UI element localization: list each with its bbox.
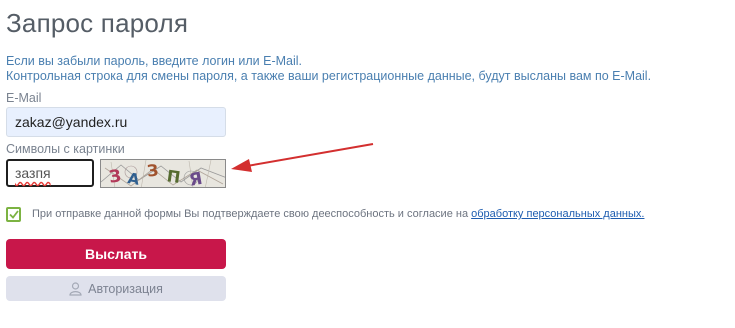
captcha-image: З А З П Я [100,159,226,188]
auth-button-label: Авторизация [88,281,163,296]
consent-text: При отправке данной формы Вы подтверждае… [32,208,644,220]
consent-label: При отправке данной формы Вы подтверждае… [32,208,472,220]
captcha-input-value: зазпя [15,165,51,181]
captcha-label: Символы с картинки [6,142,125,156]
user-icon [69,281,82,296]
privacy-policy-link[interactable]: обработку персональных данных. [471,208,644,220]
email-field[interactable]: zakaz@yandex.ru [6,107,226,137]
page-description: Если вы забыли пароль, введите логин или… [6,54,651,84]
consent-checkbox[interactable] [6,207,21,222]
svg-text:А: А [126,169,141,188]
page-title: Запрос пароля [6,8,189,38]
submit-button[interactable]: Выслать [6,239,226,269]
description-line-2: Контрольная строка для смены пароля, а т… [6,69,652,83]
email-label: E-Mail [6,91,42,105]
red-arrow-icon [231,143,374,172]
captcha-input[interactable]: зазпя [6,159,94,187]
svg-text:З: З [146,160,159,180]
check-icon [8,210,19,219]
description-line-1: Если вы забыли пароль, введите логин или… [6,54,303,68]
svg-text:П: П [166,166,182,187]
svg-text:Я: Я [188,169,204,188]
auth-button[interactable]: Авторизация [6,276,226,301]
svg-text:З: З [108,166,123,187]
